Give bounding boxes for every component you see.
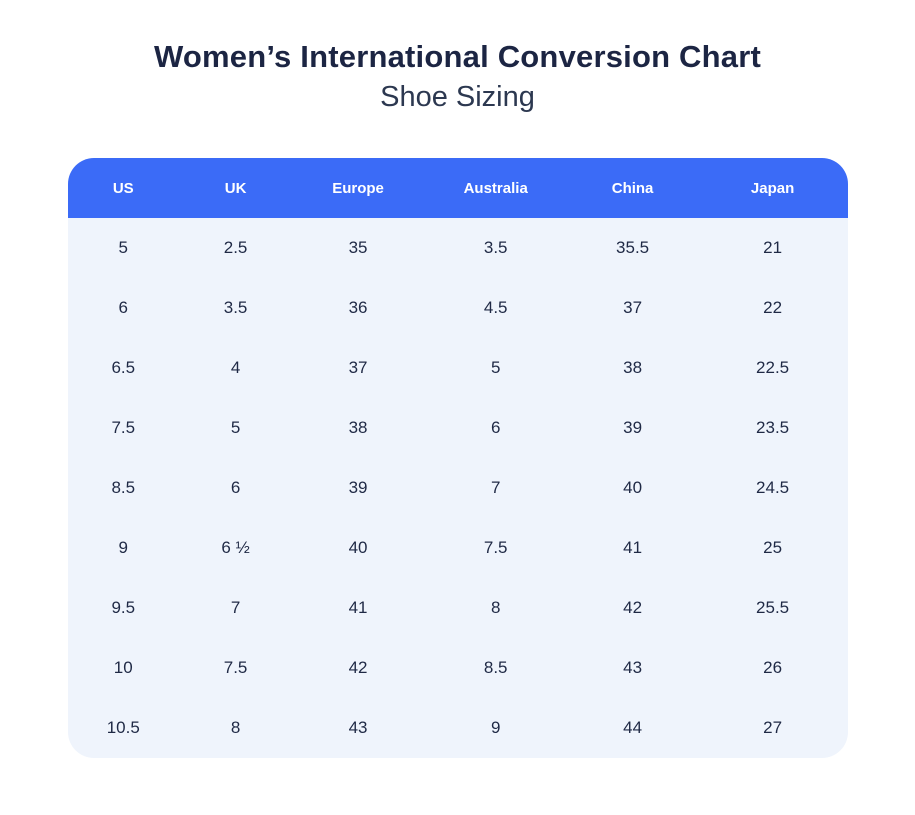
table-cell: 25.5: [698, 578, 848, 638]
table-cell: 41: [292, 578, 424, 638]
shoe-size-conversion-table: USUKEuropeAustraliaChinaJapan 52.5353.53…: [68, 158, 848, 758]
table-cell: 6 ½: [179, 518, 292, 578]
table-cell: 37: [567, 278, 697, 338]
page-title: Women’s International Conversion Chart: [0, 38, 915, 75]
table-cell: 2.5: [179, 218, 292, 278]
table-cell: 39: [292, 458, 424, 518]
table-row: 8.563974024.5: [68, 458, 848, 518]
table-cell: 5: [424, 338, 568, 398]
table-row: 7.553863923.5: [68, 398, 848, 458]
table-row: 6.543753822.5: [68, 338, 848, 398]
table-cell: 8.5: [68, 458, 180, 518]
table-cell: 9.5: [68, 578, 180, 638]
table-cell: 36: [292, 278, 424, 338]
table-cell: 43: [567, 638, 697, 698]
table-cell: 8.5: [424, 638, 568, 698]
table-cell: 24.5: [698, 458, 848, 518]
table-cell: 22: [698, 278, 848, 338]
table-cell: 38: [567, 338, 697, 398]
table-cell: 5: [68, 218, 180, 278]
table-cell: 21: [698, 218, 848, 278]
table-cell: 42: [567, 578, 697, 638]
table-cell: 9: [424, 698, 568, 758]
column-header-us: US: [68, 158, 180, 218]
table-cell: 6: [179, 458, 292, 518]
table-row: 107.5428.54326: [68, 638, 848, 698]
table-cell: 26: [698, 638, 848, 698]
table-cell: 9: [68, 518, 180, 578]
table-row: 10.584394427: [68, 698, 848, 758]
table-cell: 8: [179, 698, 292, 758]
table-cell: 7: [424, 458, 568, 518]
column-header-australia: Australia: [424, 158, 568, 218]
table-row: 63.5364.53722: [68, 278, 848, 338]
table-cell: 43: [292, 698, 424, 758]
table-cell: 27: [698, 698, 848, 758]
table-cell: 8: [424, 578, 568, 638]
table-cell: 39: [567, 398, 697, 458]
table-body: 52.5353.535.52163.5364.537226.543753822.…: [68, 218, 848, 758]
table-cell: 10: [68, 638, 180, 698]
table-row: 96 ½407.54125: [68, 518, 848, 578]
table-cell: 35.5: [567, 218, 697, 278]
table-cell: 6: [424, 398, 568, 458]
table-cell: 22.5: [698, 338, 848, 398]
column-header-europe: Europe: [292, 158, 424, 218]
table-cell: 4.5: [424, 278, 568, 338]
conversion-table-container: USUKEuropeAustraliaChinaJapan 52.5353.53…: [68, 158, 848, 758]
table-cell: 7.5: [179, 638, 292, 698]
table-header-row: USUKEuropeAustraliaChinaJapan: [68, 158, 848, 218]
table-cell: 3.5: [179, 278, 292, 338]
page-subtitle: Shoe Sizing: [0, 79, 915, 115]
table-cell: 44: [567, 698, 697, 758]
column-header-japan: Japan: [698, 158, 848, 218]
table-cell: 41: [567, 518, 697, 578]
table-cell: 35: [292, 218, 424, 278]
table-cell: 7.5: [68, 398, 180, 458]
table-cell: 37: [292, 338, 424, 398]
table-cell: 6: [68, 278, 180, 338]
table-cell: 42: [292, 638, 424, 698]
column-header-china: China: [567, 158, 697, 218]
table-cell: 40: [567, 458, 697, 518]
table-cell: 6.5: [68, 338, 180, 398]
table-cell: 40: [292, 518, 424, 578]
table-header: USUKEuropeAustraliaChinaJapan: [68, 158, 848, 218]
table-row: 9.574184225.5: [68, 578, 848, 638]
table-cell: 4: [179, 338, 292, 398]
table-cell: 3.5: [424, 218, 568, 278]
table-cell: 25: [698, 518, 848, 578]
table-cell: 10.5: [68, 698, 180, 758]
table-cell: 23.5: [698, 398, 848, 458]
table-row: 52.5353.535.521: [68, 218, 848, 278]
table-cell: 7.5: [424, 518, 568, 578]
column-header-uk: UK: [179, 158, 292, 218]
table-cell: 5: [179, 398, 292, 458]
table-cell: 38: [292, 398, 424, 458]
table-cell: 7: [179, 578, 292, 638]
